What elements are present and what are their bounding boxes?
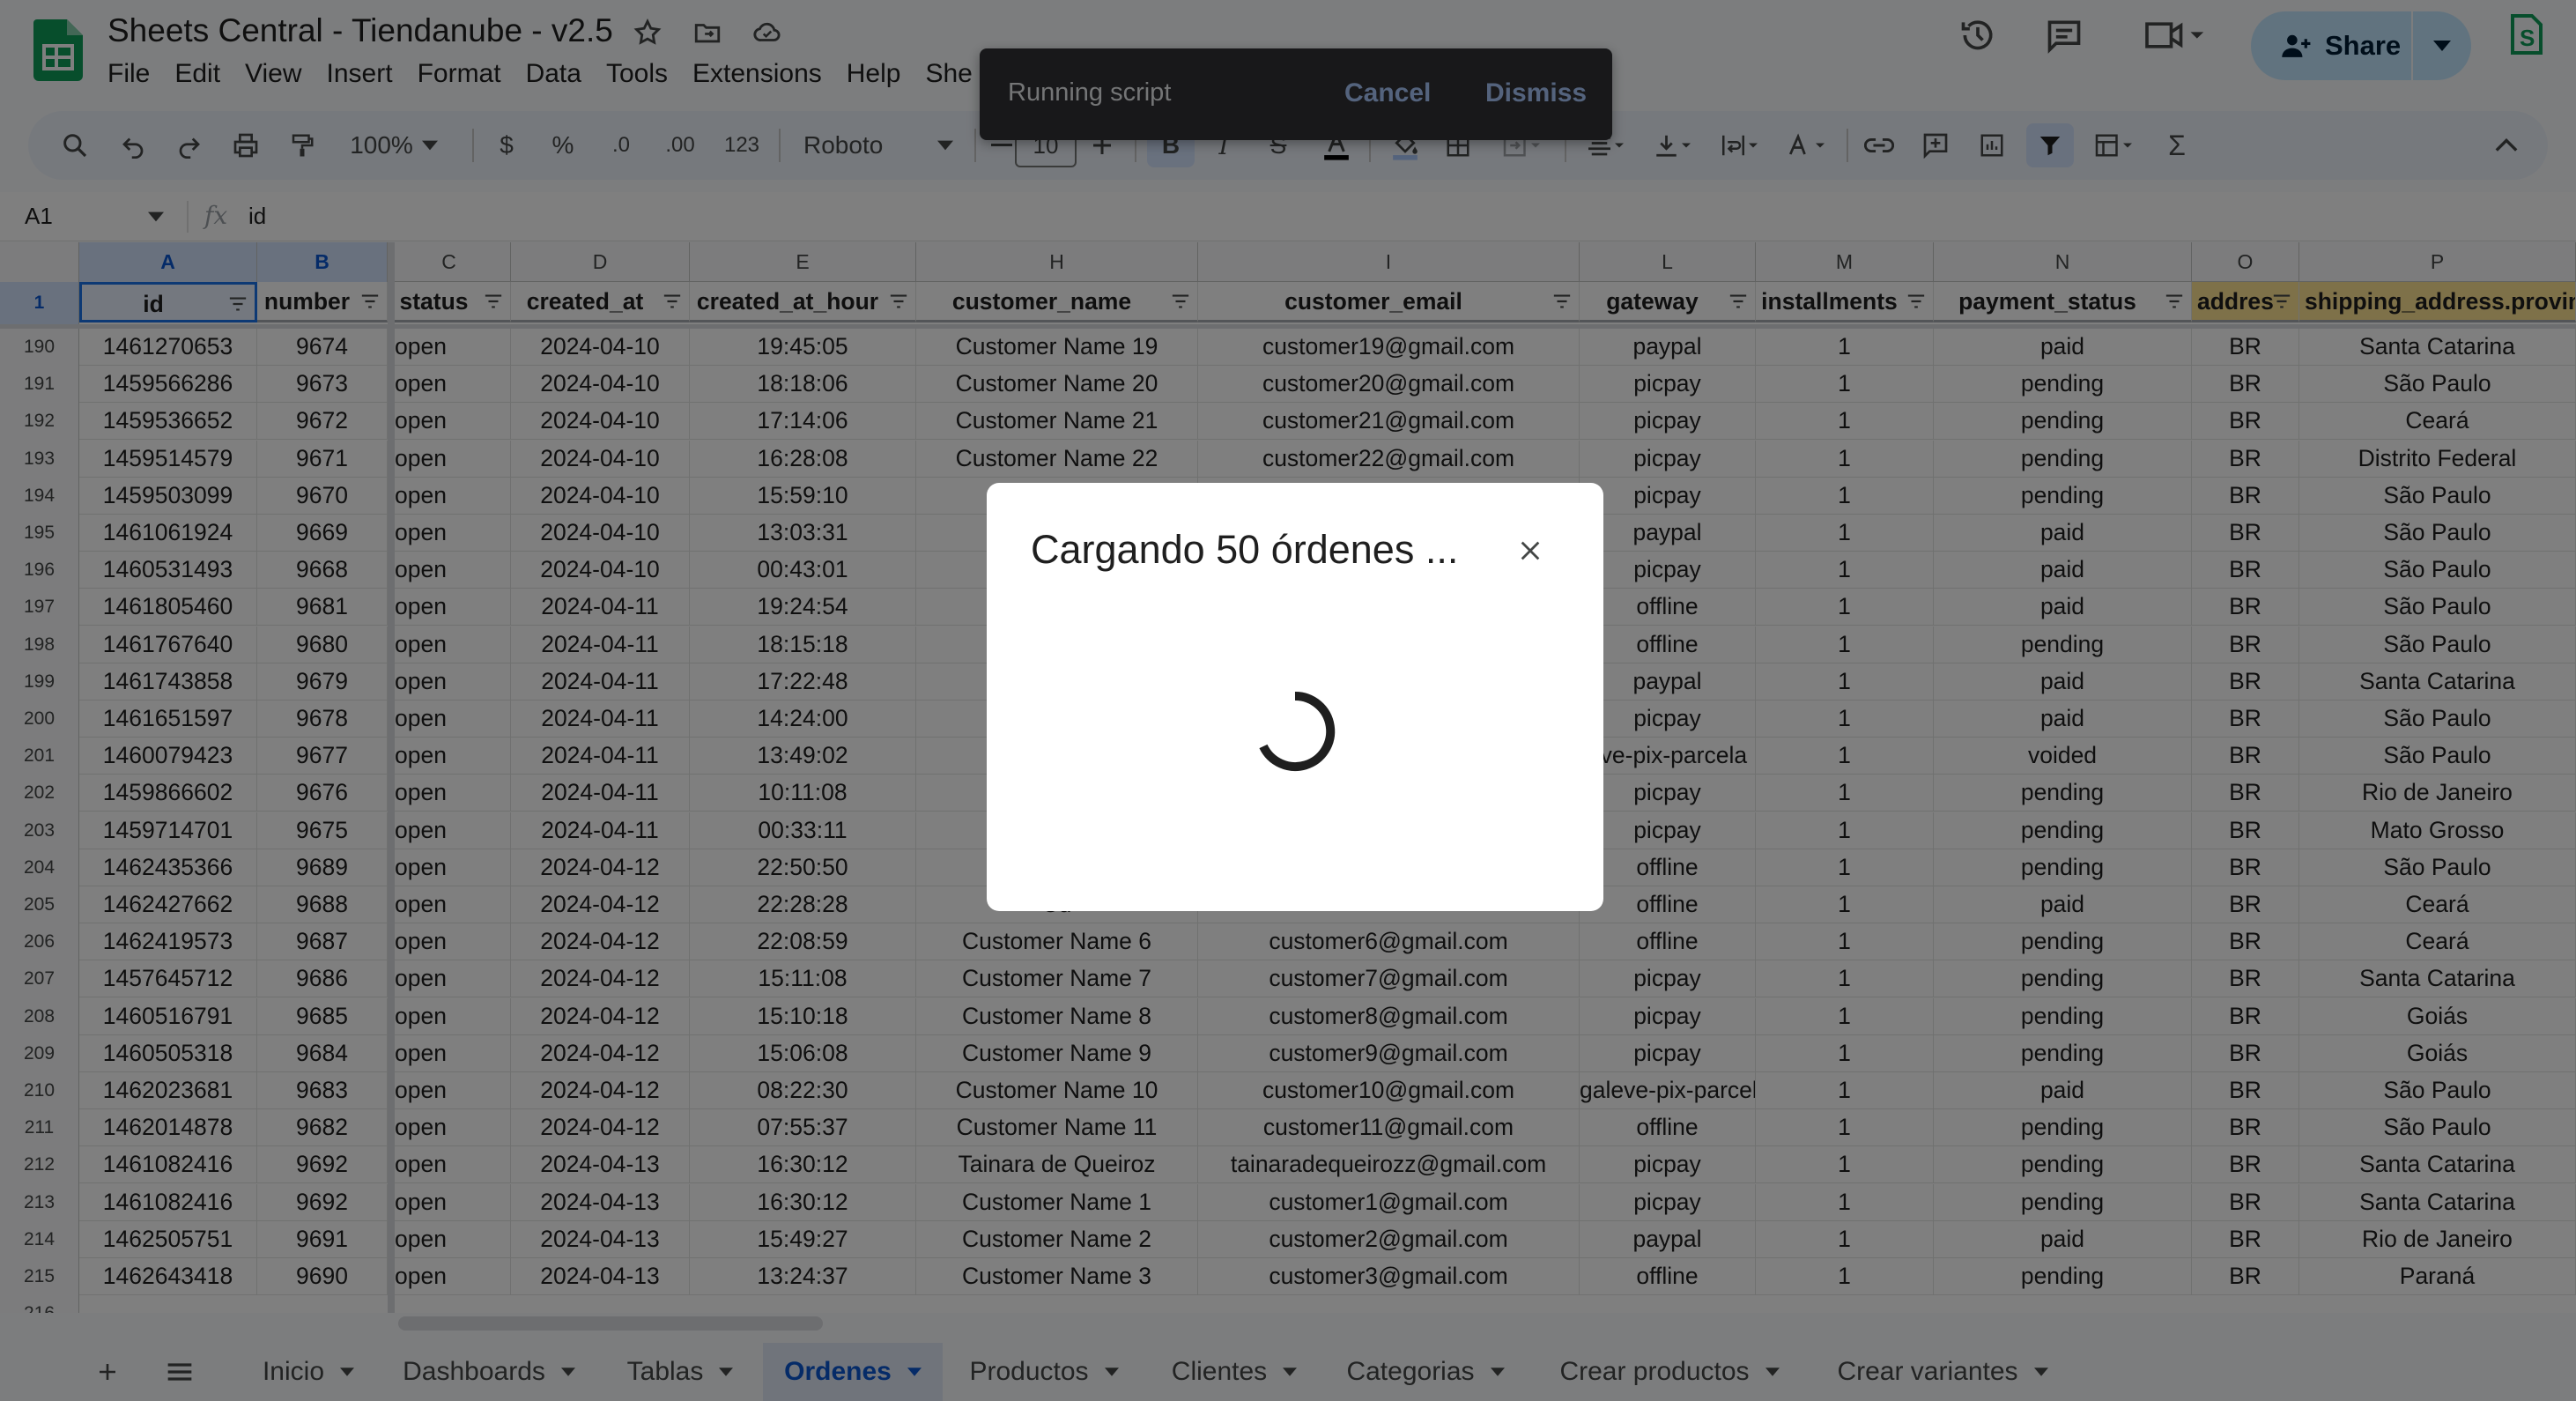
close-icon[interactable] — [1508, 529, 1552, 573]
loading-spinner-icon — [1251, 687, 1339, 775]
dialog-title: Cargando 50 órdenes ... — [1031, 527, 1459, 572]
loading-dialog: Cargando 50 órdenes ... — [987, 483, 1603, 911]
